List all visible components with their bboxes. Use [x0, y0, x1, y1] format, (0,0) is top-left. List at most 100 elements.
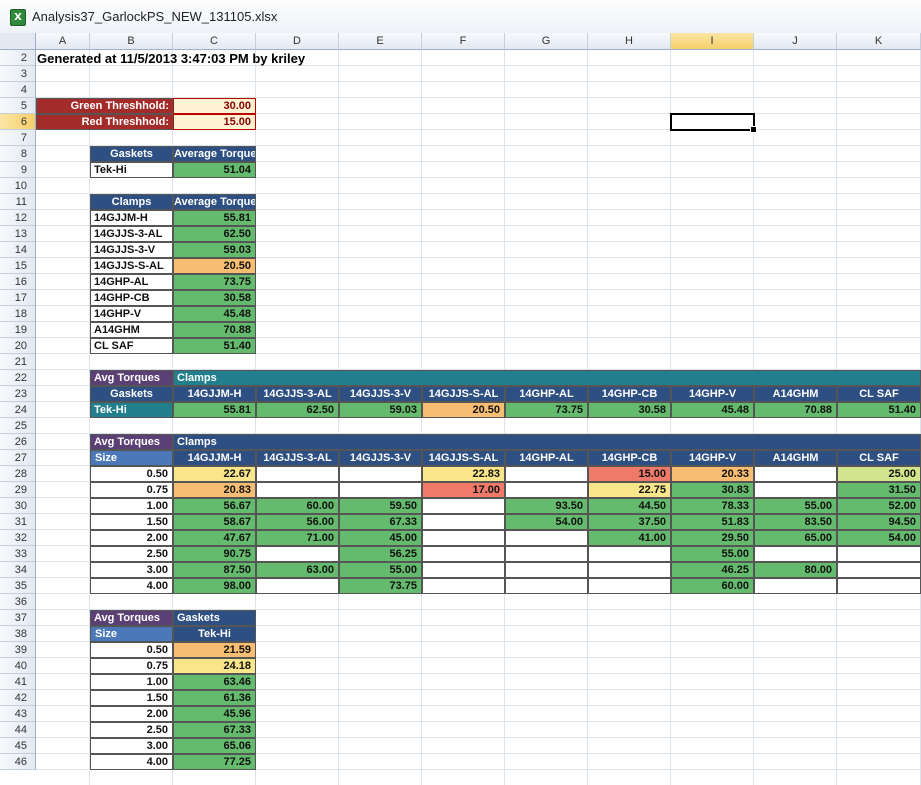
clamp-average[interactable]: 20.50	[173, 258, 256, 274]
row-header[interactable]: 9	[0, 162, 36, 178]
row-header[interactable]: 3	[0, 66, 36, 82]
row-header[interactable]: 2	[0, 50, 36, 66]
matrix-value[interactable]: 55.81	[173, 402, 256, 418]
matrix-value[interactable]	[505, 482, 588, 498]
gasket-average[interactable]: 51.04	[173, 162, 256, 178]
select-all-corner[interactable]	[0, 33, 36, 50]
red-threshold-value[interactable]: 15.00	[173, 114, 256, 130]
row-header[interactable]: 30	[0, 498, 36, 514]
row-header[interactable]: 43	[0, 706, 36, 722]
row-header[interactable]: 14	[0, 242, 36, 258]
clamp-column-header[interactable]: 14GJJS-3-AL	[256, 386, 339, 402]
matrix-value[interactable]: 25.00	[837, 466, 921, 482]
row-header[interactable]: 33	[0, 546, 36, 562]
matrix-value[interactable]	[505, 466, 588, 482]
matrix-value[interactable]	[422, 562, 505, 578]
column-header[interactable]: E	[339, 33, 422, 50]
matrix-value[interactable]	[256, 578, 339, 594]
matrix-value[interactable]: 94.50	[837, 514, 921, 530]
clamp-column-header[interactable]: 14GJJS-3-V	[339, 450, 422, 466]
matrix-value[interactable]	[422, 514, 505, 530]
size-value[interactable]: 1.50	[90, 514, 173, 530]
clamp-average[interactable]: 62.50	[173, 226, 256, 242]
matrix-value[interactable]	[256, 546, 339, 562]
column-header[interactable]: A	[36, 33, 90, 50]
size-value[interactable]: 1.00	[90, 674, 173, 690]
matrix-value[interactable]	[754, 546, 837, 562]
row-header[interactable]: 44	[0, 722, 36, 738]
matrix-value[interactable]: 87.50	[173, 562, 256, 578]
row-header[interactable]: 32	[0, 530, 36, 546]
clamp-name[interactable]: 14GJJM-H	[90, 210, 173, 226]
row-header[interactable]: 23	[0, 386, 36, 402]
row-header[interactable]: 36	[0, 594, 36, 610]
gaskets-header[interactable]: Gaskets	[90, 146, 173, 162]
matrix-row-header[interactable]: Gaskets	[90, 386, 173, 402]
clamp-column-header[interactable]: 14GHP-V	[671, 450, 754, 466]
row-header[interactable]: 20	[0, 338, 36, 354]
matrix-value[interactable]: 98.00	[173, 578, 256, 594]
row-header[interactable]: 12	[0, 210, 36, 226]
matrix-value[interactable]: 37.50	[588, 514, 671, 530]
matrix-value[interactable]: 59.50	[339, 498, 422, 514]
matrix-value[interactable]: 80.00	[754, 562, 837, 578]
clamp-name[interactable]: 14GJJS-S-AL	[90, 258, 173, 274]
row-header[interactable]: 22	[0, 370, 36, 386]
clamp-column-header[interactable]: 14GHP-AL	[505, 386, 588, 402]
matrix-value[interactable]: 54.00	[837, 530, 921, 546]
clamp-name[interactable]: 14GHP-CB	[90, 290, 173, 306]
size-header[interactable]: Size	[90, 450, 173, 466]
row-header[interactable]: 34	[0, 562, 36, 578]
matrix-value[interactable]	[588, 546, 671, 562]
matrix-value[interactable]: 65.00	[754, 530, 837, 546]
matrix-value[interactable]: 58.67	[173, 514, 256, 530]
row-header[interactable]: 31	[0, 514, 36, 530]
matrix-group-label[interactable]: Clamps	[173, 370, 921, 386]
matrix-value[interactable]: 20.50	[422, 402, 505, 418]
matrix-value[interactable]	[837, 578, 921, 594]
matrix-value[interactable]	[754, 466, 837, 482]
matrix-value[interactable]: 15.00	[588, 466, 671, 482]
matrix-corner-label[interactable]: Avg Torques	[90, 434, 173, 450]
clamp-column-header[interactable]: 14GJJS-3-AL	[256, 450, 339, 466]
matrix-value[interactable]: 30.83	[671, 482, 754, 498]
matrix-value[interactable]: 22.75	[588, 482, 671, 498]
matrix-value[interactable]: 29.50	[671, 530, 754, 546]
row-header[interactable]: 11	[0, 194, 36, 210]
column-header[interactable]: J	[754, 33, 837, 50]
matrix-value[interactable]	[505, 578, 588, 594]
column-header[interactable]: G	[505, 33, 588, 50]
size-value[interactable]: 2.00	[90, 706, 173, 722]
row-header[interactable]: 6	[0, 114, 36, 130]
matrix-value[interactable]: 65.06	[173, 738, 256, 754]
matrix-value[interactable]: 90.75	[173, 546, 256, 562]
matrix-value[interactable]	[422, 546, 505, 562]
matrix-value[interactable]: 61.36	[173, 690, 256, 706]
matrix-value[interactable]: 51.40	[837, 402, 921, 418]
row-header[interactable]: 37	[0, 610, 36, 626]
row-header[interactable]: 5	[0, 98, 36, 114]
clamp-column-header[interactable]: 14GHP-AL	[505, 450, 588, 466]
size-value[interactable]: 3.00	[90, 738, 173, 754]
matrix-value[interactable]: 56.67	[173, 498, 256, 514]
clamp-average[interactable]: 59.03	[173, 242, 256, 258]
matrix-value[interactable]: 45.00	[339, 530, 422, 546]
clamp-column-header[interactable]: 14GJJS-S-AL	[422, 450, 505, 466]
matrix-group-label[interactable]: Gaskets	[173, 610, 256, 626]
matrix-value[interactable]: 46.25	[671, 562, 754, 578]
size-value[interactable]: 4.00	[90, 754, 173, 770]
row-header[interactable]: 29	[0, 482, 36, 498]
size-value[interactable]: 4.00	[90, 578, 173, 594]
row-header[interactable]: 24	[0, 402, 36, 418]
size-value[interactable]: 3.00	[90, 562, 173, 578]
row-header[interactable]: 15	[0, 258, 36, 274]
clamp-column-header[interactable]: 14GHP-CB	[588, 386, 671, 402]
matrix-value[interactable]: 73.75	[339, 578, 422, 594]
column-header[interactable]: K	[837, 33, 921, 50]
clamp-name[interactable]: 14GHP-AL	[90, 274, 173, 290]
matrix-value[interactable]: 60.00	[256, 498, 339, 514]
column-header[interactable]: I	[671, 33, 754, 50]
row-header[interactable]: 41	[0, 674, 36, 690]
average-torque-header[interactable]: Average Torque	[173, 194, 256, 210]
size-value[interactable]: 0.50	[90, 642, 173, 658]
